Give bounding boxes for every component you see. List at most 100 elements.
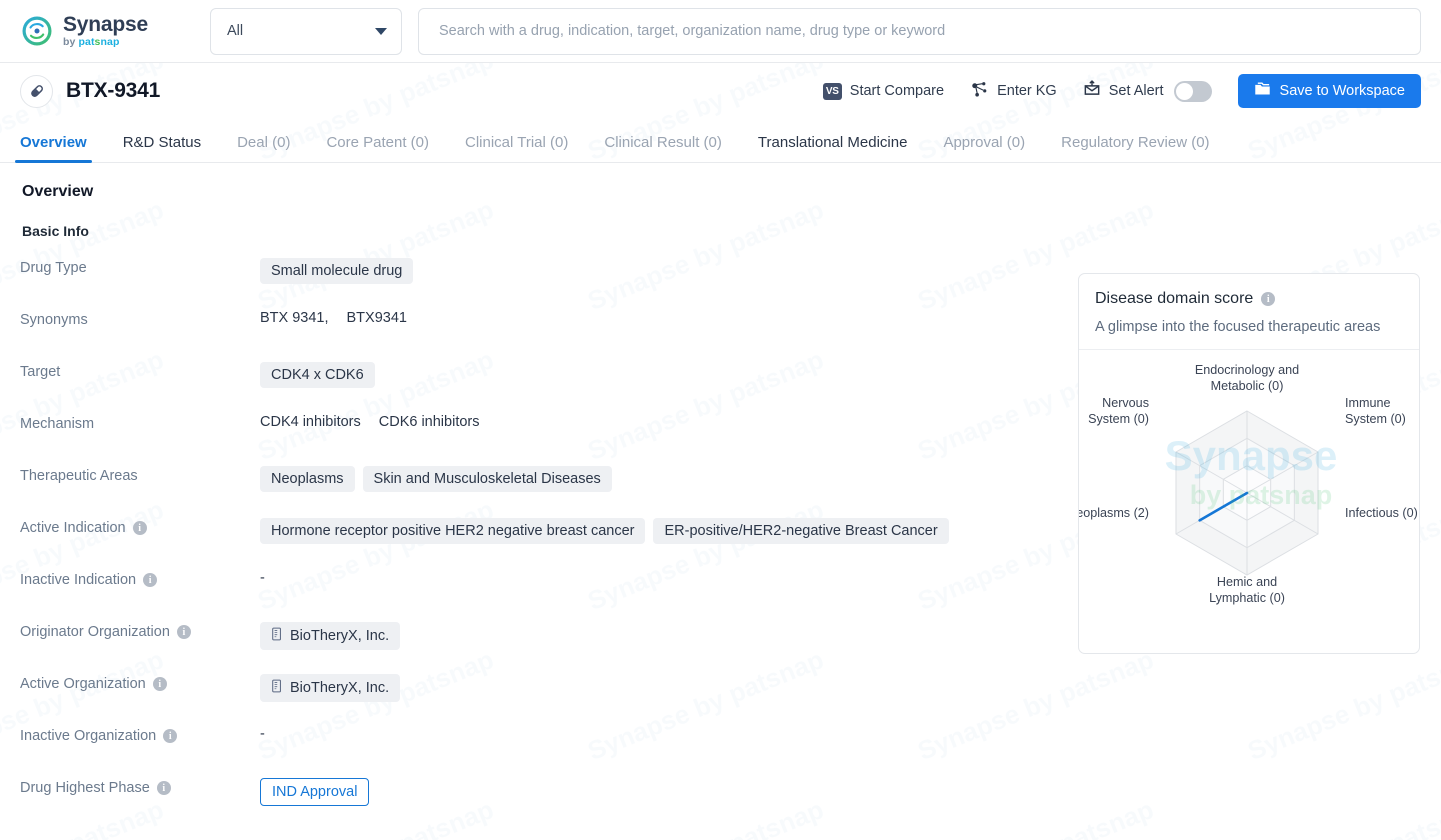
value-label: CDK4 x CDK6: [271, 367, 364, 383]
page-title: BTX-9341: [66, 79, 161, 102]
row-value: CDK4 x CDK6: [260, 361, 1060, 388]
radar-axis-label: Infectious (0): [1345, 506, 1418, 520]
info-icon[interactable]: i: [143, 573, 158, 587]
value-label: IND Approval: [272, 784, 358, 800]
value-chip[interactable]: Neoplasms: [260, 466, 355, 492]
tab-overview[interactable]: Overview: [15, 134, 92, 163]
row-value: CDK4 inhibitors CDK6 inhibitors: [260, 413, 1060, 430]
info-icon[interactable]: i: [176, 625, 191, 639]
drug-header: BTX-9341 VS Start Compare Enter KG Set A…: [0, 63, 1441, 119]
brand-logo[interactable]: Synapse by patsnap: [20, 14, 170, 48]
tab-clinical-result-0[interactable]: Clinical Result (0): [604, 134, 722, 162]
row-label-text: Target: [20, 364, 61, 380]
row-label-originator-organization: Originator Organization i: [20, 621, 260, 640]
score-card-subtitle: A glimpse into the focused therapeutic a…: [1095, 319, 1381, 335]
search-scope-value: All: [227, 23, 244, 39]
value-chip[interactable]: Skin and Musculoskeletal Diseases: [362, 466, 612, 492]
row-label-text: Active Organization: [20, 676, 146, 692]
row-label-therapeutic-areas: Therapeutic Areas: [20, 465, 260, 484]
organization-icon: [271, 679, 283, 697]
info-row: Therapeutic Areas Neoplasms Skin and Muscu…: [20, 465, 1060, 517]
info-icon[interactable]: i: [152, 677, 167, 691]
organization-icon: [271, 627, 283, 645]
alert-toggle[interactable]: [1173, 80, 1212, 102]
value-label: CDK4 inhibitors: [260, 414, 361, 430]
search-input-wrapper[interactable]: [418, 7, 1421, 55]
radar-axis-label: Neoplasms (2): [1079, 506, 1149, 520]
row-value: Hormone receptor positive HER2 negative …: [260, 517, 1060, 544]
score-card-title-row: Disease domain score i: [1095, 290, 1403, 308]
info-row: Target CDK4 x CDK6: [20, 361, 1060, 413]
info-row: Drug Type Small molecule drug: [20, 257, 1060, 309]
row-label-text: Drug Highest Phase: [20, 780, 150, 796]
row-label-active-indication: Active Indication i: [20, 517, 260, 536]
value-label: -: [260, 726, 265, 742]
save-to-workspace-label: Save to Workspace: [1279, 83, 1405, 99]
value-chip[interactable]: Hormone receptor positive HER2 negative …: [260, 518, 646, 544]
info-row: Inactive Indication i -: [20, 569, 1060, 621]
tab-clinical-trial-0[interactable]: Clinical Trial (0): [465, 134, 568, 162]
info-row: Originator Organization i BioTheryX, Inc.: [20, 621, 1060, 673]
row-label-text: Synonyms: [20, 312, 88, 328]
row-label-target: Target: [20, 361, 260, 380]
value-label: BTX 9341,: [260, 310, 329, 326]
row-label-mechanism: Mechanism: [20, 413, 260, 432]
disease-domain-score-card: Disease domain score i A glimpse into th…: [1078, 273, 1420, 654]
info-icon[interactable]: i: [1261, 292, 1276, 306]
brand-tagline: by patsnap: [63, 36, 120, 49]
basic-info-table: Drug Type Small molecule drug Synonyms BTX …: [20, 257, 1060, 829]
row-label-text: Drug Type: [20, 260, 87, 276]
search-scope-dropdown[interactable]: All: [210, 7, 402, 55]
set-alert-button[interactable]: Set Alert: [1083, 80, 1164, 102]
row-label-text: Inactive Indication: [20, 572, 137, 588]
row-label-text: Originator Organization: [20, 624, 170, 640]
empty-value: -: [260, 726, 265, 742]
enter-kg-button[interactable]: Enter KG: [970, 80, 1057, 103]
value-text: CDK4 inhibitors: [260, 414, 361, 430]
tab-deal-0[interactable]: Deal (0): [237, 134, 290, 162]
value-label: -: [260, 570, 265, 586]
radar-axis-label: Nervous System (0): [1088, 396, 1149, 426]
tab-core-patent-0[interactable]: Core Patent (0): [326, 134, 429, 162]
highest-phase-badge[interactable]: IND Approval: [260, 778, 370, 806]
info-icon[interactable]: i: [156, 781, 171, 795]
tab-approval-0[interactable]: Approval (0): [943, 134, 1025, 162]
value-label: Skin and Musculoskeletal Diseases: [373, 471, 601, 487]
row-value: IND Approval: [260, 777, 1060, 806]
info-icon[interactable]: i: [163, 729, 178, 743]
row-label-synonyms: Synonyms: [20, 309, 260, 328]
row-label-text: Therapeutic Areas: [20, 468, 138, 484]
radar-chart: Synapse by patsnap Endocrinology andMeta…: [1079, 350, 1419, 642]
brand-name: Synapse: [63, 13, 148, 37]
start-compare-button[interactable]: VS Start Compare: [822, 82, 944, 100]
value-chip[interactable]: CDK4 x CDK6: [260, 362, 375, 388]
value-label: BioTheryX, Inc.: [290, 680, 390, 696]
row-value: -: [260, 725, 1060, 742]
enter-kg-label: Enter KG: [997, 83, 1057, 99]
header-actions: VS Start Compare Enter KG Set Alert Save…: [822, 74, 1421, 108]
tab-r-d-status[interactable]: R&D Status: [123, 134, 201, 162]
row-label-inactive-indication: Inactive Indication i: [20, 569, 260, 588]
info-row: Active Indication i Hormone receptor posit…: [20, 517, 1060, 569]
value-text: CDK6 inhibitors: [379, 414, 480, 430]
organization-chip[interactable]: BioTheryX, Inc.: [260, 622, 401, 650]
synapse-logo-icon: [20, 14, 54, 48]
search-input[interactable]: [437, 8, 1402, 54]
radar-axis-label: Immune System (0): [1345, 396, 1406, 426]
score-card-header: Disease domain score i A glimpse into th…: [1079, 274, 1419, 350]
value-chip[interactable]: ER-positive/HER2-negative Breast Cancer: [653, 518, 949, 544]
tab-regulatory-review-0[interactable]: Regulatory Review (0): [1061, 134, 1209, 162]
save-to-workspace-button[interactable]: Save to Workspace: [1237, 74, 1421, 108]
organization-chip[interactable]: BioTheryX, Inc.: [260, 674, 401, 702]
value-chip[interactable]: Small molecule drug: [260, 258, 414, 284]
folder-icon: [1254, 81, 1271, 101]
info-row: Active Organization i BioTheryX, Inc.: [20, 673, 1060, 725]
value-text: BTX 9341,: [260, 310, 329, 326]
info-row: Inactive Organization i -: [20, 725, 1060, 777]
value-label: BTX9341: [346, 310, 407, 326]
info-row: Drug Highest Phase i IND Approval: [20, 777, 1060, 829]
tab-translational-medicine[interactable]: Translational Medicine: [758, 134, 908, 162]
score-card-title: Disease domain score: [1095, 290, 1254, 307]
info-icon[interactable]: i: [132, 521, 147, 535]
row-value: BioTheryX, Inc.: [260, 673, 1060, 702]
